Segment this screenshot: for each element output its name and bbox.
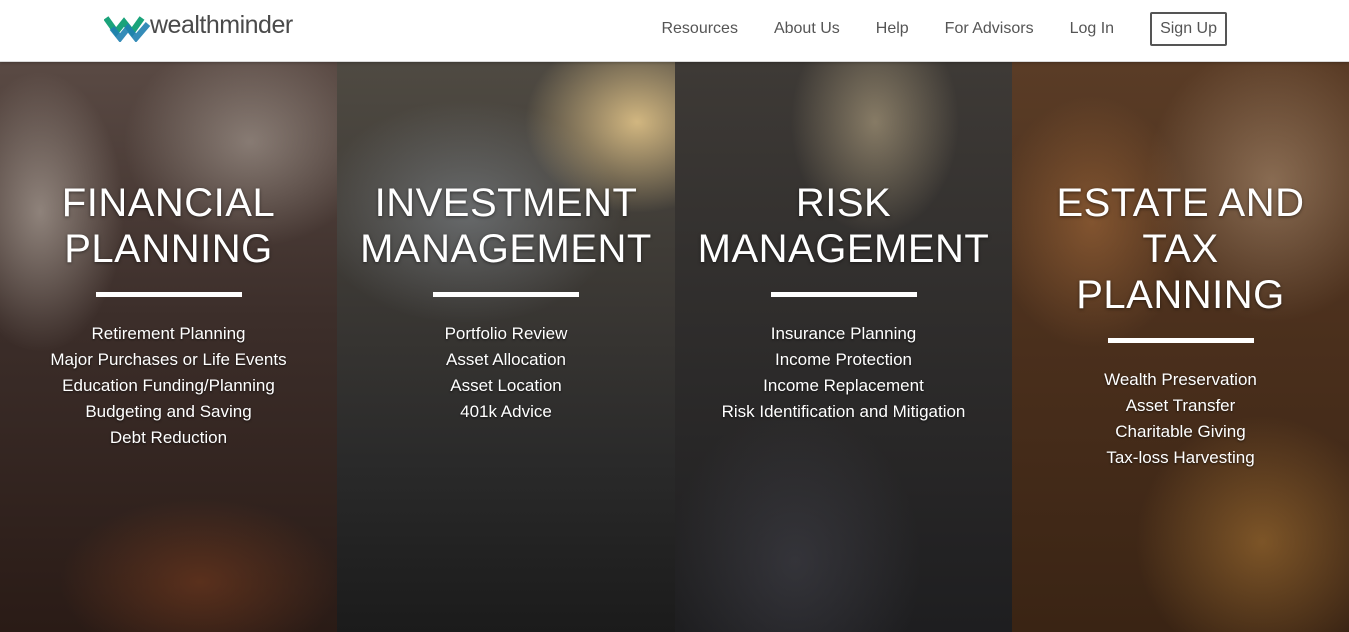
service-list: Portfolio Review Asset Allocation Asset … [445, 321, 568, 425]
panel-estate-and-tax-planning[interactable]: ESTATE AND TAX PLANNING Wealth Preservat… [1012, 62, 1349, 632]
service-item[interactable]: Wealth Preservation [1104, 367, 1257, 393]
title-line: PLANNING [1076, 273, 1285, 317]
service-list: Retirement Planning Major Purchases or L… [50, 321, 286, 451]
service-item[interactable]: Asset Transfer [1104, 393, 1257, 419]
title-line: FINANCIAL [61, 181, 276, 225]
service-item[interactable]: Retirement Planning [50, 321, 286, 347]
title-divider [95, 292, 242, 297]
title-line: ESTATE AND [1056, 181, 1305, 225]
title-line: RISK [795, 181, 892, 225]
service-item[interactable]: Asset Location [445, 373, 568, 399]
title-divider [770, 292, 917, 297]
panel-investment-management[interactable]: INVESTMENT MANAGEMENT Portfolio Review A… [337, 62, 675, 632]
service-item[interactable]: Risk Identification and Mitigation [722, 399, 966, 425]
services-panels: FINANCIAL PLANNING Retirement Planning M… [0, 62, 1349, 632]
main-nav: Resources About Us Help For Advisors Log… [625, 12, 1227, 46]
service-item[interactable]: Budgeting and Saving [50, 399, 286, 425]
title-line: PLANNING [64, 227, 273, 271]
service-item[interactable]: Major Purchases or Life Events [50, 347, 286, 373]
service-item[interactable]: Insurance Planning [722, 321, 966, 347]
nav-for-advisors[interactable]: For Advisors [945, 12, 1034, 46]
nav-resources[interactable]: Resources [661, 12, 737, 46]
service-item[interactable]: 401k Advice [445, 399, 568, 425]
panel-title: FINANCIAL PLANNING [62, 180, 275, 272]
service-item[interactable]: Income Protection [722, 347, 966, 373]
nav-about-us[interactable]: About Us [774, 12, 840, 46]
logo[interactable]: wealthminder [104, 10, 293, 42]
panel-title: INVESTMENT MANAGEMENT [360, 180, 652, 272]
panel-title: ESTATE AND TAX PLANNING [1056, 180, 1304, 318]
title-divider [1107, 338, 1254, 343]
nav-help[interactable]: Help [876, 12, 909, 46]
service-item[interactable]: Tax-loss Harvesting [1104, 445, 1257, 471]
wealthminder-logo-icon [104, 16, 150, 42]
panel-risk-management[interactable]: RISK MANAGEMENT Insurance Planning Incom… [675, 62, 1012, 632]
sign-up-button[interactable]: Sign Up [1150, 12, 1227, 46]
panel-title: RISK MANAGEMENT [698, 180, 990, 272]
panel-financial-planning[interactable]: FINANCIAL PLANNING Retirement Planning M… [0, 62, 337, 632]
service-list: Wealth Preservation Asset Transfer Chari… [1104, 367, 1257, 471]
title-line: TAX [1142, 227, 1219, 271]
nav-log-in[interactable]: Log In [1070, 12, 1114, 46]
service-item[interactable]: Income Replacement [722, 373, 966, 399]
service-item[interactable]: Charitable Giving [1104, 419, 1257, 445]
site-header: wealthminder Resources About Us Help For… [0, 0, 1349, 62]
title-line: INVESTMENT [374, 181, 638, 225]
service-item[interactable]: Debt Reduction [50, 425, 286, 451]
logo-text: wealthminder [150, 10, 293, 39]
service-item[interactable]: Education Funding/Planning [50, 373, 286, 399]
service-list: Insurance Planning Income Protection Inc… [722, 321, 966, 425]
title-divider [433, 292, 579, 297]
service-item[interactable]: Portfolio Review [445, 321, 568, 347]
title-line: MANAGEMENT [360, 227, 652, 271]
service-item[interactable]: Asset Allocation [445, 347, 568, 373]
title-line: MANAGEMENT [697, 227, 990, 271]
